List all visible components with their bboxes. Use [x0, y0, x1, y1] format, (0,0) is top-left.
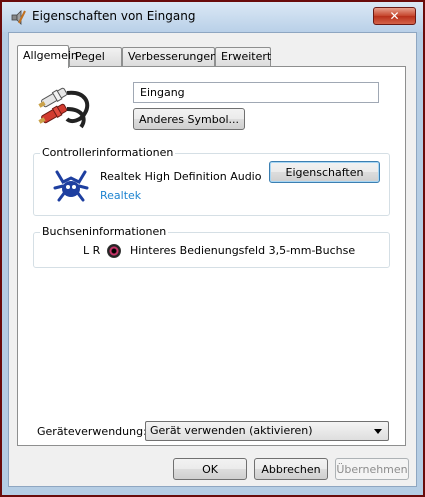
general-tab-panel: Eingang Anderes Symbol... Controllerinfo…	[17, 66, 406, 446]
properties-dialog: Eigenschaften von Eingang ✕ Allgemein Pe…	[0, 0, 425, 497]
chevron-down-icon	[374, 429, 382, 434]
dialog-client-area: Allgemein Pegel Verbesserungen Erweitert	[8, 32, 417, 487]
tab-enhancements[interactable]: Verbesserungen	[122, 47, 217, 66]
change-icon-button[interactable]: Anderes Symbol...	[133, 108, 245, 130]
title-bar[interactable]: Eigenschaften von Eingang ✕	[2, 2, 423, 32]
close-icon: ✕	[389, 9, 400, 23]
apply-button[interactable]: Übernehmen	[335, 458, 409, 480]
cancel-button[interactable]: Abbrechen	[254, 458, 328, 480]
window-title: Eigenschaften von Eingang	[32, 9, 196, 23]
ok-button[interactable]: OK	[173, 458, 247, 480]
realtek-crab-icon	[53, 170, 89, 202]
tab-advanced[interactable]: Erweitert	[215, 47, 271, 66]
device-name-field[interactable]: Eingang	[133, 82, 379, 103]
controller-info-group: Controllerinformationen Realtek High Def…	[33, 146, 390, 216]
controller-properties-button[interactable]: Eigenschaften	[269, 161, 380, 183]
jack-color-icon	[107, 244, 121, 258]
device-usage-value: Gerät verwenden (aktivieren)	[150, 424, 313, 437]
jack-info-label: Buchseninformationen	[40, 225, 169, 238]
device-usage-label: Geräteverwendung:	[37, 425, 147, 438]
close-button[interactable]: ✕	[373, 7, 416, 25]
realtek-link[interactable]: Realtek	[100, 189, 141, 202]
controller-info-label: Controllerinformationen	[40, 146, 176, 159]
jack-description: Hinteres Bedienungsfeld 3,5-mm-Buchse	[130, 244, 356, 257]
jack-channels: L R	[83, 244, 101, 257]
speaker-pen-icon	[11, 10, 26, 25]
jack-info-group: Buchseninformationen L R Hinteres Bedien…	[33, 225, 390, 268]
audio-cable-icon	[38, 87, 90, 129]
device-usage-dropdown[interactable]: Gerät verwenden (aktivieren)	[145, 421, 389, 441]
tab-general[interactable]: Allgemein	[17, 45, 78, 68]
controller-name: Realtek High Definition Audio	[100, 170, 262, 183]
